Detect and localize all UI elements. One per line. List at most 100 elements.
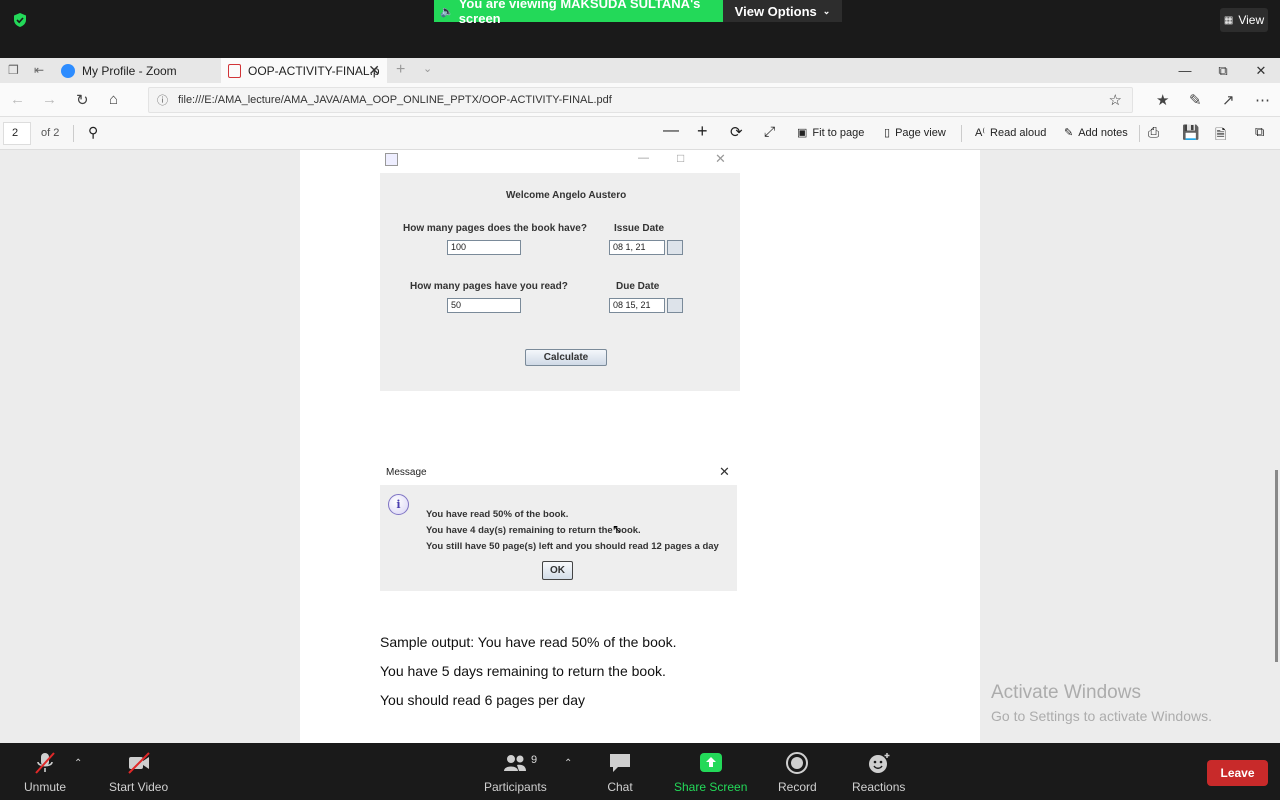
pages-read-field: 50 (447, 298, 521, 313)
tab-actions-icon[interactable]: ❒ (8, 63, 19, 77)
reactions-button[interactable]: Reactions (852, 751, 905, 794)
java-app-icon (385, 153, 398, 166)
chevron-down-icon: ⌄ (822, 5, 831, 16)
reactions-icon (868, 753, 890, 773)
notes-pen-icon: ✎ (1064, 127, 1074, 139)
message-close-icon: ✕ (719, 464, 730, 479)
forward-icon[interactable]: → (42, 91, 57, 108)
close-tab-icon[interactable]: ✕ (368, 62, 380, 79)
start-video-button[interactable]: Start Video (109, 751, 168, 794)
screen: 🔈 You are viewing MAKSUDA SULTANA's scre… (0, 0, 1280, 800)
chat-icon (610, 754, 630, 772)
message-dialog-titlebar: Message ✕ (380, 462, 737, 485)
fullscreen-icon[interactable]: ⤢ (764, 123, 775, 140)
calendar-icon (667, 240, 683, 255)
new-tab-icon[interactable]: + (396, 61, 405, 79)
print-icon[interactable]: ⎙ (1148, 124, 1159, 141)
due-date-field: 08 15, 21 (609, 298, 665, 313)
back-icon[interactable]: ← (10, 91, 25, 108)
viewing-banner-text: You are viewing MAKSUDA SULTANA's screen (458, 0, 701, 26)
refresh-icon[interactable]: ↻ (76, 91, 89, 109)
tab-my-profile-zoom[interactable]: My Profile - Zoom (55, 58, 220, 83)
home-icon[interactable]: ⌂ (109, 91, 118, 108)
share-icon[interactable]: ↗ (1222, 91, 1235, 109)
search-icon[interactable]: ⚲ (88, 124, 98, 141)
message-dialog: i You have read 50% of the book. You hav… (380, 485, 737, 591)
zoom-in-icon[interactable]: + (697, 121, 708, 142)
url-text: file:///E:/AMA_lecture/AMA_JAVA/AMA_OOP_… (178, 94, 612, 106)
record-label: Record (778, 780, 817, 794)
page-count: of 2 (41, 127, 60, 139)
audio-options-chevron-icon[interactable]: ⌃ (74, 758, 82, 769)
zoom-top-bar: 🔈 You are viewing MAKSUDA SULTANA's scre… (0, 0, 1280, 58)
mouse-cursor-icon: ↖ (612, 522, 623, 536)
java-form: Welcome Angelo Austero How many pages do… (380, 173, 740, 391)
view-button[interactable]: ▦ View (1220, 8, 1268, 32)
zoom-favicon-icon (61, 63, 75, 78)
tab-label: OOP-ACTIVITY-FINAL.p (248, 63, 380, 78)
pen-icon[interactable]: ✎ (1189, 91, 1202, 109)
java-close-icon: ✕ (715, 151, 726, 166)
fit-to-page-label: Fit to page (812, 126, 865, 139)
fit-to-page-button[interactable]: ▣ Fit to page (797, 126, 865, 140)
java-frame-titlebar: — □ ✕ (380, 150, 740, 173)
sample-output-line: Sample output: You have read 50% of the … (380, 634, 677, 650)
read-aloud-button[interactable]: A⁽ Read aloud (975, 126, 1047, 140)
tab-list-chevron-icon[interactable]: ⌄ (423, 62, 432, 75)
divider (73, 125, 74, 142)
pdf-favicon-icon (228, 63, 241, 78)
unmute-button[interactable]: Unmute (24, 751, 66, 794)
shield-icon[interactable] (12, 12, 28, 28)
pin-icon[interactable]: ⧉ (1255, 124, 1264, 140)
address-bar-row: ← → ↻ ⌂ ⓘ file:///E:/AMA_lecture/AMA_JAV… (0, 83, 1280, 117)
divider (961, 125, 962, 142)
restore-icon[interactable]: ⧉ (1204, 58, 1242, 83)
start-video-label: Start Video (109, 780, 169, 794)
rotate-icon[interactable]: ⟳ (730, 123, 743, 141)
favorite-star-icon[interactable]: ☆ (1109, 91, 1122, 109)
calendar-icon (667, 298, 683, 313)
close-window-icon[interactable]: ✕ (1242, 58, 1280, 83)
participants-label: Participants (484, 780, 547, 794)
fit-page-icon: ▣ (797, 127, 808, 139)
participants-chevron-icon[interactable]: ⌃ (564, 758, 572, 769)
view-label: View (1238, 13, 1265, 27)
page-view-button[interactable]: ▯ Page view (884, 126, 946, 140)
information-icon: i (388, 494, 409, 515)
record-button[interactable]: Record (778, 751, 817, 794)
share-screen-icon (699, 753, 722, 772)
share-screen-button[interactable]: Share Screen (674, 751, 747, 794)
tab-label: My Profile - Zoom (82, 63, 177, 78)
message-line: You have read 50% of the book. (426, 509, 569, 520)
page-number-input[interactable]: 2 (3, 122, 31, 145)
save-icon[interactable]: 💾 (1182, 124, 1199, 141)
minimize-icon[interactable]: — (1166, 58, 1204, 83)
leave-button[interactable]: Leave (1207, 760, 1268, 786)
favorites-icon[interactable]: ★ (1156, 91, 1169, 109)
chat-button[interactable]: Chat (607, 751, 633, 794)
grid-icon: ▦ (1223, 14, 1234, 26)
more-icon[interactable]: ⋯ (1255, 91, 1270, 109)
chat-label: Chat (607, 780, 633, 794)
participants-button[interactable]: Participants (484, 751, 547, 794)
reactions-label: Reactions (852, 780, 906, 794)
scrollbar-thumb[interactable] (1275, 470, 1278, 662)
sample-output-line: You have 5 days remaining to return the … (380, 663, 666, 679)
pdf-toolbar: 2 of 2 ⚲ — + ⟳ ⤢ ▣ Fit to page ▯ Page vi… (0, 117, 1280, 150)
activate-windows-watermark: Activate Windows Go to Settings to activ… (991, 682, 1212, 724)
add-notes-button[interactable]: ✎ Add notes (1064, 126, 1128, 140)
page-view-label: Page view (895, 126, 946, 139)
divider (1139, 125, 1140, 142)
welcome-label: Welcome Angelo Austero (506, 190, 627, 201)
due-date-label: Due Date (616, 281, 660, 292)
record-icon (786, 752, 809, 774)
save-as-icon[interactable]: 🗎 (1215, 124, 1226, 148)
url-input[interactable]: ⓘ file:///E:/AMA_lecture/AMA_JAVA/AMA_OO… (148, 87, 1133, 113)
view-options-button[interactable]: View Options ⌄ (723, 0, 842, 22)
activate-windows-subtitle: Go to Settings to activate Windows. (991, 708, 1212, 724)
zoom-out-icon[interactable]: — (663, 122, 679, 140)
read-aloud-label: Read aloud (990, 126, 1047, 139)
tabs-aside-icon[interactable]: ⇤ (34, 63, 44, 77)
tab-oop-activity-final[interactable]: OOP-ACTIVITY-FINAL.p ✕ (221, 58, 387, 83)
info-icon[interactable]: ⓘ (157, 92, 168, 108)
